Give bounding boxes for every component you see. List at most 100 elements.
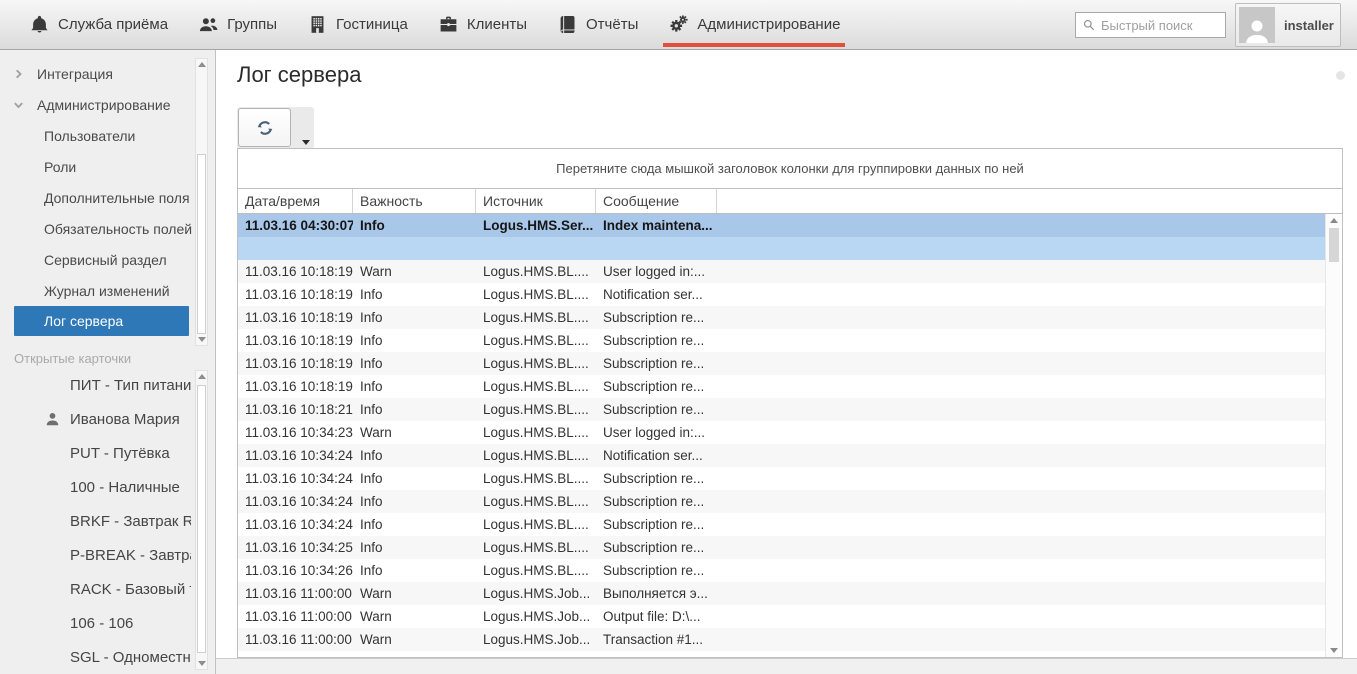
open-card-rack-base-tariff[interactable]: RACK - Базовый тар... <box>0 572 191 606</box>
open-card-ivanova-maria[interactable]: Иванова Мария <box>0 402 191 436</box>
log-message-cell: User logged in:... <box>596 264 717 279</box>
log-message-cell: Subscription re... <box>596 310 717 325</box>
log-severity-cell: Info <box>353 333 476 348</box>
log-datetime-cell: 11.03.16 10:34:26 <box>238 563 353 578</box>
scroll-down-icon[interactable] <box>1330 648 1338 653</box>
user-menu[interactable]: installer <box>1235 3 1341 47</box>
nav-item-clients[interactable]: Клиенты <box>423 0 542 49</box>
main-panel: Лог сервера Перетяните сюда мышкой загол… <box>216 50 1357 674</box>
column-header-message[interactable]: Сообщение <box>596 189 717 213</box>
sidebar-tree: Интеграция Администрирование Пользовател… <box>0 58 215 350</box>
log-row[interactable]: 11.03.16 10:18:19 Info Logus.HMS.BL.... … <box>238 283 1325 306</box>
log-source-cell: Logus.HMS.BL.... <box>476 425 596 440</box>
scroll-up-icon[interactable] <box>198 374 206 379</box>
log-row[interactable] <box>238 237 1325 260</box>
log-row[interactable]: 11.03.16 10:34:24 Info Logus.HMS.BL.... … <box>238 490 1325 513</box>
nav-item-label: Администрирование <box>697 16 840 33</box>
log-row[interactable]: 11.03.16 10:34:26 Info Logus.HMS.BL.... … <box>238 559 1325 582</box>
sidebar-item-change-log[interactable]: Журнал изменений <box>0 275 215 306</box>
log-message-cell: Subscription re... <box>596 563 717 578</box>
quick-search-box <box>1075 12 1226 38</box>
column-header-severity[interactable]: Важность <box>353 189 476 213</box>
scroll-down-icon[interactable] <box>198 661 206 666</box>
open-card-brkf-breakfast[interactable]: BRKF - Завтрак RUB <box>0 504 191 538</box>
nav-item-administration[interactable]: Администрирование <box>653 0 855 49</box>
sidebar-item-label: Интеграция <box>37 66 113 82</box>
open-card-label: ПИТ - Тип питания <box>70 377 191 394</box>
toolbar-dropdown-icon[interactable] <box>302 140 310 145</box>
sidebar-item-server-log[interactable]: Лог сервера <box>14 306 189 336</box>
sidebar-item-roles[interactable]: Роли <box>0 151 215 182</box>
scroll-up-icon[interactable] <box>1330 218 1338 223</box>
log-severity-cell: Warn <box>353 586 476 601</box>
log-datetime-cell: 11.03.16 10:18:19 <box>238 356 353 371</box>
sidebar-tree-scrollbar[interactable] <box>195 58 208 346</box>
gears-icon <box>668 14 689 35</box>
grid-rows-viewport: 11.03.16 04:30:07 Info Logus.HMS.Ser... … <box>238 214 1342 657</box>
sidebar-item-required-fields[interactable]: Обязательность полей <box>0 213 215 244</box>
scrollbar-thumb[interactable] <box>197 154 206 334</box>
avatar <box>1239 7 1275 43</box>
open-card-sgl-single[interactable]: SGL - Одноместный... <box>0 640 191 674</box>
log-row[interactable]: 11.03.16 10:34:24 Info Logus.HMS.BL.... … <box>238 513 1325 536</box>
log-row[interactable]: 11.03.16 11:00:00 Warn Logus.HMS.Job... … <box>238 605 1325 628</box>
top-navbar: Служба приёма Группы Гостиница Клиенты О… <box>0 0 1357 50</box>
log-row[interactable]: 11.03.16 10:34:24 Info Logus.HMS.BL.... … <box>238 444 1325 467</box>
nav-item-reception[interactable]: Служба приёма <box>14 0 183 49</box>
log-row[interactable]: 11.03.16 10:34:24 Info Logus.HMS.BL.... … <box>238 467 1325 490</box>
log-row[interactable]: 11.03.16 10:18:19 Info Logus.HMS.BL.... … <box>238 352 1325 375</box>
bell-icon <box>29 14 50 35</box>
open-card-label: SGL - Одноместный... <box>70 649 191 666</box>
open-cards-scrollbar[interactable] <box>195 370 208 670</box>
scrollbar-thumb[interactable] <box>1329 228 1339 262</box>
sidebar-item-additional-fields[interactable]: Дополнительные поля <box>0 182 215 213</box>
log-datetime-cell: 11.03.16 04:30:07 <box>238 218 353 233</box>
open-card-pit-meal-type[interactable]: ПИТ - Тип питания <box>0 368 191 402</box>
grid-scrollbar[interactable] <box>1325 214 1342 657</box>
log-row[interactable]: 11.03.16 10:18:19 Info Logus.HMS.BL.... … <box>238 306 1325 329</box>
sidebar-item-label: Сервисный раздел <box>44 252 167 268</box>
search-input[interactable] <box>1101 18 1219 33</box>
open-card-label: 106 - 106 <box>70 615 133 632</box>
nav-item-reports[interactable]: Отчёты <box>542 0 653 49</box>
open-card-106[interactable]: 106 - 106 <box>0 606 191 640</box>
open-card-put-voucher[interactable]: PUT - Путёвка <box>0 436 191 470</box>
log-row[interactable]: 11.03.16 10:34:23 Warn Logus.HMS.BL.... … <box>238 421 1325 444</box>
log-message-cell: Notification ser... <box>596 448 717 463</box>
sidebar-item-integration[interactable]: Интеграция <box>0 58 215 89</box>
nav-item-hotel[interactable]: Гостиница <box>292 0 423 49</box>
log-datetime-cell: 11.03.16 10:18:19 <box>238 264 353 279</box>
nav-item-groups[interactable]: Группы <box>183 0 292 49</box>
column-header-datetime[interactable]: Дата/время <box>238 189 353 213</box>
log-row[interactable]: 11.03.16 10:34:25 Info Logus.HMS.BL.... … <box>238 536 1325 559</box>
log-datetime-cell: 11.03.16 10:34:24 <box>238 517 353 532</box>
sidebar-item-label: Дополнительные поля <box>44 190 190 206</box>
open-cards-label: Открытые карточки <box>14 351 131 366</box>
sidebar-item-administration[interactable]: Администрирование <box>0 89 215 120</box>
log-row[interactable]: 11.03.16 11:00:00 Warn Logus.HMS.Job... … <box>238 582 1325 605</box>
log-source-cell: Logus.HMS.BL.... <box>476 563 596 578</box>
open-card-100-cash[interactable]: 100 - Наличные <box>0 470 191 504</box>
log-message-cell: Subscription re... <box>596 517 717 532</box>
scroll-down-icon[interactable] <box>198 337 206 342</box>
log-severity-cell: Info <box>353 356 476 371</box>
log-row[interactable]: 11.03.16 10:18:21 Info Logus.HMS.BL.... … <box>238 398 1325 421</box>
sidebar-item-users[interactable]: Пользователи <box>0 120 215 151</box>
log-row[interactable]: 11.03.16 11:00:00 Warn Logus.HMS.Job... … <box>238 651 1325 657</box>
log-row[interactable]: 11.03.16 10:18:19 Info Logus.HMS.BL.... … <box>238 329 1325 352</box>
collapse-panel-icon[interactable] <box>1336 71 1345 80</box>
log-row[interactable]: 11.03.16 10:18:19 Info Logus.HMS.BL.... … <box>238 375 1325 398</box>
group-by-bar[interactable]: Перетяните сюда мышкой заголовок колонки… <box>238 149 1342 189</box>
scrollbar-thumb[interactable] <box>197 385 206 653</box>
open-card-p-break-breakfast[interactable]: P-BREAK - Завтрак... <box>0 538 191 572</box>
log-source-cell: Logus.HMS.BL.... <box>476 471 596 486</box>
sidebar-item-service-section[interactable]: Сервисный раздел <box>0 244 215 275</box>
log-severity-cell: Warn <box>353 425 476 440</box>
log-row[interactable]: 11.03.16 11:00:00 Warn Logus.HMS.Job... … <box>238 628 1325 651</box>
log-source-cell: Logus.HMS.Job... <box>476 609 596 624</box>
refresh-button[interactable] <box>238 108 291 147</box>
scroll-up-icon[interactable] <box>198 62 206 67</box>
column-header-source[interactable]: Источник <box>476 189 596 213</box>
log-row[interactable]: 11.03.16 10:18:19 Warn Logus.HMS.BL.... … <box>238 260 1325 283</box>
log-row[interactable]: 11.03.16 04:30:07 Info Logus.HMS.Ser... … <box>238 214 1325 237</box>
